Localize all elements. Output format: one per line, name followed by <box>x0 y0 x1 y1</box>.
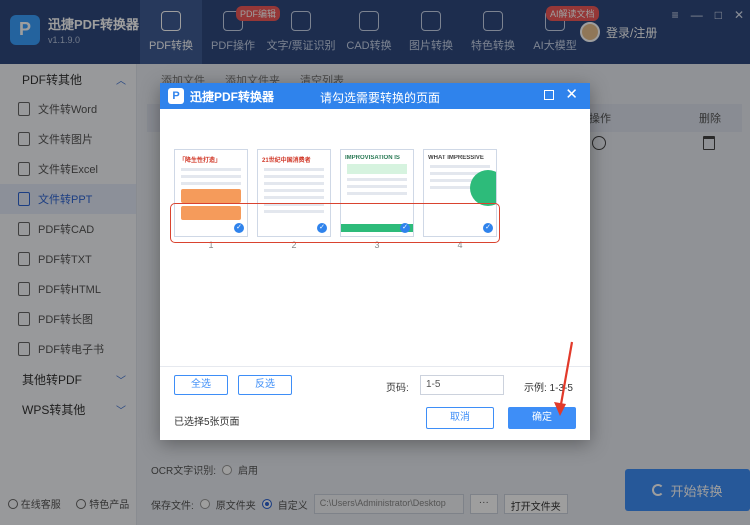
page-select-dialog: P 迅捷PDF转换器 请勾选需要转换的页面 ✕ 「降生性打造」 ✓ 1 21世纪… <box>160 83 590 440</box>
select-all-button[interactable]: 全选 <box>174 375 228 395</box>
thumbnail-heading: IMPROVISATION IS <box>345 155 400 161</box>
thumbnail-heading: WHAT IMPRESSIVE <box>428 155 484 161</box>
thumbnail-heading: 21世纪中国消费者 <box>262 158 311 164</box>
dialog-logo-icon: P <box>168 88 184 104</box>
dialog-title: 请勾选需要转换的页面 <box>320 91 441 105</box>
divider <box>160 366 590 367</box>
maximize-icon[interactable] <box>544 90 554 100</box>
close-icon[interactable]: ✕ <box>565 86 578 104</box>
page-range-input[interactable]: 1-5 <box>420 375 504 395</box>
page-range-label: 页码: <box>386 383 409 394</box>
dialog-header: P 迅捷PDF转换器 请勾选需要转换的页面 ✕ <box>160 83 590 109</box>
thumbnail-heading: 「降生性打造」 <box>179 158 222 164</box>
cancel-button[interactable]: 取消 <box>426 407 494 429</box>
invert-selection-button[interactable]: 反选 <box>238 375 292 395</box>
highlight-annotation <box>170 203 500 243</box>
selected-count: 已选择5张页面 <box>174 417 240 428</box>
annotation-arrow-icon <box>554 341 574 416</box>
dialog-brand: 迅捷PDF转换器 <box>190 89 275 104</box>
